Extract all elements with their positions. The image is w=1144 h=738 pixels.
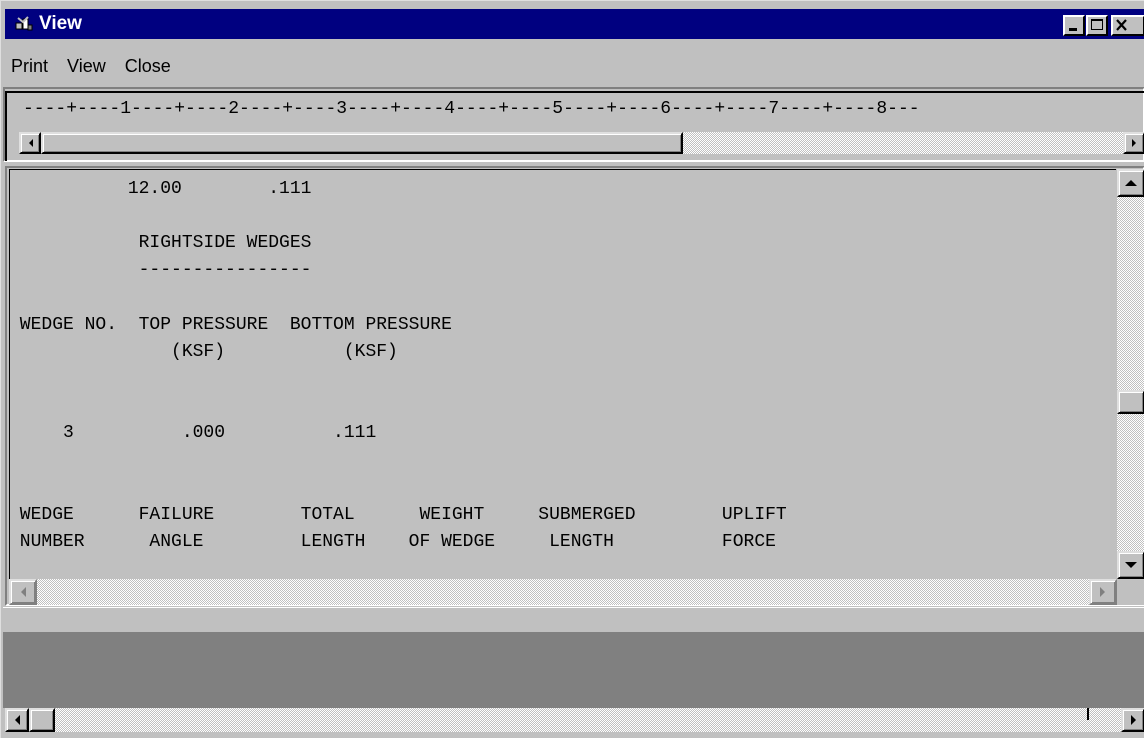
close-icon [1116,19,1127,31]
arrow-left-icon [29,139,33,147]
menu-view[interactable]: View [57,53,115,79]
report-line: RIGHTSIDE WEDGES [9,233,312,254]
report-vertical-scrollbar-track[interactable] [1117,169,1144,579]
maximize-button[interactable] [1086,15,1108,36]
report-line: WEDGE NO. TOP PRESSURE BOTTOM PRESSURE [9,314,452,335]
column-ruler: ----+----1----+----2----+----3----+----4… [23,99,920,119]
status-strip [3,607,1144,632]
ruler-scrollbar-thumb[interactable] [41,132,683,154]
menu-bar: Print View Close [5,53,180,79]
bottom-scroll-right-button[interactable] [1121,708,1144,732]
report-scroll-right-button[interactable] [1089,579,1117,605]
menu-close[interactable]: Close [115,53,180,79]
bottom-scroll-left-button[interactable] [5,708,29,732]
window-title: View [39,13,82,34]
ruler-scroll-left-button[interactable] [19,132,41,154]
scrollbar-corner [1117,579,1144,605]
arrow-right-icon [1131,715,1136,725]
arrow-down-icon [1125,562,1137,568]
report-line: (KSF) (KSF) [9,341,398,362]
workspace-area [3,632,1144,708]
arrow-right-icon [1132,139,1136,147]
report-line: NUMBER ANGLE LENGTH OF WEDGE LENGTH FORC… [9,532,776,553]
report-line: 3 .000 .111 [9,423,377,444]
report-text: 12.00 .111 RIGHTSIDE WEDGES ------------… [9,176,787,556]
minimize-icon [1069,28,1077,31]
view-window: View Print View Close ----+----1----+---… [0,0,1144,738]
report-scroll-down-button[interactable] [1117,551,1144,579]
arrow-right-icon [1100,587,1105,597]
report-horizontal-scrollbar-track[interactable] [9,579,1117,605]
bottom-scroll-marker [1087,708,1089,720]
report-vertical-scrollbar-thumb[interactable] [1117,390,1144,414]
arrow-up-icon [1125,180,1137,186]
bottom-scrollbar-thumb[interactable] [29,708,55,732]
maximize-icon [1091,19,1103,30]
report-view[interactable]: 12.00 .111 RIGHTSIDE WEDGES ------------… [9,169,1116,580]
arrow-left-icon [21,587,26,597]
menu-print[interactable]: Print [5,53,57,79]
close-button[interactable] [1111,15,1144,36]
title-bar[interactable]: View [5,9,1144,39]
bottom-scrollbar-track[interactable] [5,708,1144,732]
report-scroll-left-button[interactable] [9,579,37,605]
arrow-left-icon [15,715,20,725]
minimize-button[interactable] [1063,15,1085,36]
report-line: 12.00 .111 [9,179,312,199]
ruler-scroll-right-button[interactable] [1123,132,1144,154]
report-line: ---------------- [9,260,312,281]
report-line: WEDGE FAILURE TOTAL WEIGHT SUBMERGED UPL… [9,504,787,525]
report-scroll-up-button[interactable] [1117,169,1144,197]
app-icon[interactable] [15,16,33,32]
